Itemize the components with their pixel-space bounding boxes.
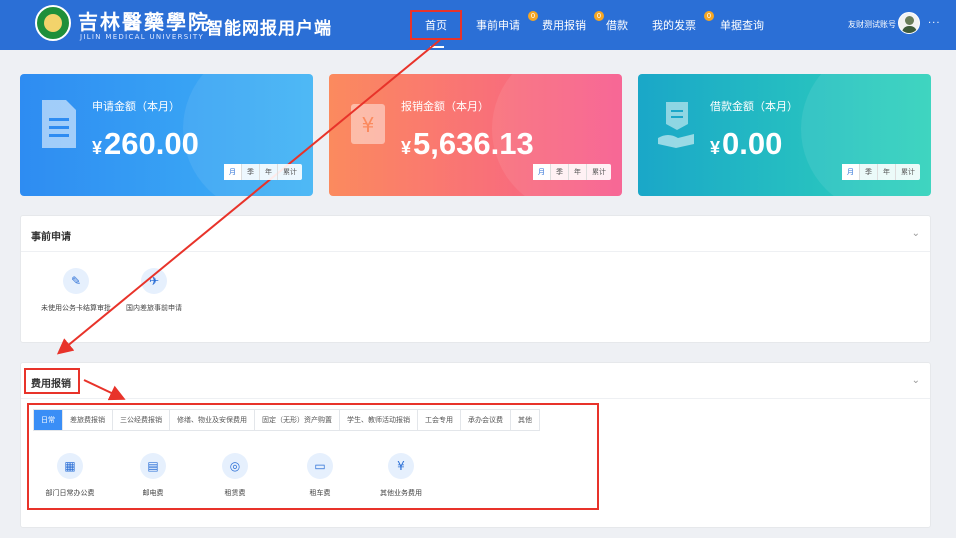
tab-repair-property[interactable]: 修缮、物业及安保费用	[169, 410, 254, 430]
top-header: 吉林醫藥學院 JILIN MEDICAL UNIVERSITY 智能网报用户端 …	[0, 0, 956, 50]
period-total[interactable]: 累计	[895, 164, 920, 180]
expense-panel: 费用报销 ⌄ 日常 差旅费报销 三公经费报销 修缮、物业及安保费用 固定（无形）…	[20, 362, 931, 528]
tab-conference[interactable]: 承办会议费	[460, 410, 510, 430]
nav-loan[interactable]: 借款	[606, 0, 642, 50]
panel-title: 费用报销	[31, 379, 71, 390]
period-total[interactable]: 累计	[586, 164, 611, 180]
stat-card-loan: 借款金额（本月） ¥0.00 月 季 年 累计	[638, 74, 931, 196]
document-icon	[42, 100, 76, 148]
nav-badge: 0	[528, 11, 538, 21]
period-year[interactable]: 年	[877, 164, 895, 180]
hand-bill-icon	[658, 102, 694, 148]
divider	[21, 398, 930, 399]
building-icon: ▦	[57, 453, 83, 479]
period-quarter[interactable]: 季	[550, 164, 568, 180]
receipt-yen-icon: ¥	[351, 104, 385, 144]
tab-fixed-assets[interactable]: 固定（无形）资产购置	[254, 410, 339, 430]
panel-title: 事前申请	[31, 232, 71, 243]
card-amount: ¥5,636.13	[401, 126, 534, 161]
nav-document-query[interactable]: 单据查询	[720, 0, 774, 50]
period-month[interactable]: 月	[842, 164, 859, 180]
period-year[interactable]: 年	[259, 164, 277, 180]
period-switcher: 月 季 年 累计	[842, 164, 920, 180]
nav-pre-application[interactable]: 事前申请 0	[476, 0, 538, 50]
bus-icon: ▭	[307, 453, 333, 479]
app-title: 智能网报用户端	[206, 19, 332, 39]
card-amount: ¥260.00	[92, 126, 199, 161]
tile-domestic-travel-pre[interactable]: ✈ 国内差旅事前申请	[99, 268, 209, 313]
logo-english: JILIN MEDICAL UNIVERSITY	[80, 33, 205, 41]
card-label: 报销金额（本月）	[401, 100, 489, 113]
expense-tabs: 日常 差旅费报销 三公经费报销 修缮、物业及安保费用 固定（无形）资产购置 学生…	[33, 409, 540, 431]
tab-daily[interactable]: 日常	[34, 410, 62, 430]
user-name[interactable]: 友财测试账号	[848, 19, 896, 30]
pre-application-panel: 事前申请 ⌄ ✎ 未使用公务卡结算审批 ✈ 国内差旅事前申请	[20, 215, 931, 343]
period-quarter[interactable]: 季	[859, 164, 877, 180]
period-year[interactable]: 年	[568, 164, 586, 180]
university-seal-icon	[35, 5, 71, 41]
approval-doc-icon: ✎	[63, 268, 89, 294]
more-menu-icon[interactable]: ···	[928, 18, 941, 29]
card-amount: ¥0.00	[710, 126, 783, 161]
annotation-box: 日常 差旅费报销 三公经费报销 修缮、物业及安保费用 固定（无形）资产购置 学生…	[27, 403, 599, 510]
chevron-down-icon[interactable]: ⌄	[912, 228, 920, 239]
period-month[interactable]: 月	[533, 164, 550, 180]
nav-my-invoices[interactable]: 我的发票 0	[652, 0, 714, 50]
period-total[interactable]: 累计	[277, 164, 302, 180]
svg-text:¥: ¥	[362, 113, 375, 137]
tab-other[interactable]: 其他	[510, 410, 539, 430]
stat-card-apply: 申请金额（本月） ¥260.00 月 季 年 累计	[20, 74, 313, 196]
nav-home[interactable]: 首页	[410, 10, 462, 48]
period-switcher: 月 季 年 累计	[533, 164, 611, 180]
period-switcher: 月 季 年 累计	[224, 164, 302, 180]
logo-chinese: 吉林醫藥學院	[78, 10, 210, 34]
card-label: 申请金额（本月）	[92, 100, 180, 113]
nav-badge: 0	[704, 11, 714, 21]
divider	[21, 251, 930, 252]
lease-icon: ◎	[222, 453, 248, 479]
tile-other-business[interactable]: ¥ 其他业务费用	[346, 453, 456, 498]
main-nav: 首页 事前申请 0 费用报销 0 借款 我的发票 0 单据查询	[410, 0, 774, 50]
tab-union[interactable]: 工会专用	[417, 410, 460, 430]
card-label: 借款金额（本月）	[710, 100, 798, 113]
avatar[interactable]	[898, 12, 920, 34]
tab-student-teacher[interactable]: 学生、教师活动报销	[339, 410, 417, 430]
stat-card-reimburse: ¥ 报销金额（本月） ¥5,636.13 月 季 年 累计	[329, 74, 622, 196]
period-quarter[interactable]: 季	[241, 164, 259, 180]
chevron-down-icon[interactable]: ⌄	[912, 375, 920, 386]
tab-travel[interactable]: 差旅费报销	[62, 410, 112, 430]
yen-doc-icon: ¥	[388, 453, 414, 479]
airplane-icon: ✈	[141, 268, 167, 294]
nav-expense-reimbursement[interactable]: 费用报销 0	[542, 0, 604, 50]
mail-doc-icon: ▤	[140, 453, 166, 479]
tab-three-public[interactable]: 三公经费报销	[112, 410, 169, 430]
nav-badge: 0	[594, 11, 604, 21]
period-month[interactable]: 月	[224, 164, 241, 180]
